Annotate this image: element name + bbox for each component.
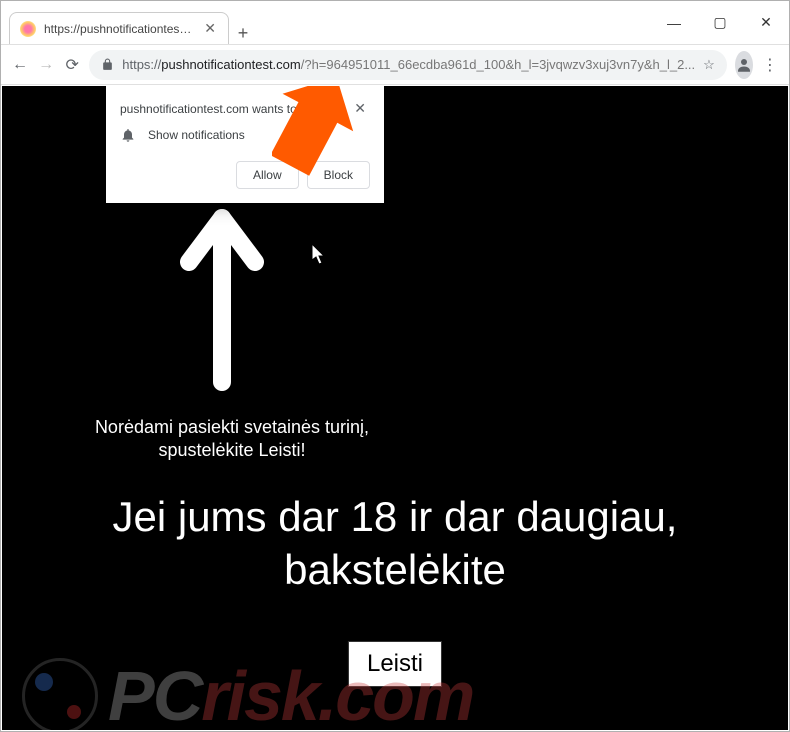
- toolbar: ← → ⟳ https://pushnotificationtest.com/?…: [1, 45, 789, 85]
- lock-icon: [101, 58, 114, 71]
- titlebar: https://pushnotificationtest.com/ ✕ + — …: [1, 1, 789, 45]
- bookmark-star-icon[interactable]: ☆: [703, 57, 715, 73]
- watermark-text-1: PC: [108, 656, 201, 730]
- page-subtitle: Norėdami pasiekti svetainės turinį, spus…: [82, 416, 382, 463]
- tab-title: https://pushnotificationtest.com/: [44, 22, 194, 36]
- reload-button[interactable]: ⟳: [63, 51, 81, 79]
- permission-origin-text: pushnotificationtest.com wants to: [120, 102, 297, 116]
- url-scheme: https://: [122, 57, 161, 72]
- minimize-button[interactable]: —: [651, 1, 697, 44]
- page-headline: Jei jums dar 18 ir dar daugiau, bakstelė…: [2, 491, 788, 596]
- callout-arrow-icon: [272, 86, 392, 186]
- favicon-icon: [20, 21, 36, 37]
- new-tab-button[interactable]: +: [229, 23, 257, 44]
- cursor-icon: [312, 244, 328, 266]
- page-viewport: pushnotificationtest.com wants to ✕ Show…: [2, 86, 788, 730]
- window-controls: — ▢ ✕: [651, 1, 789, 44]
- bell-icon: [120, 127, 136, 143]
- url-host: pushnotificationtest.com: [161, 57, 300, 72]
- browser-window: https://pushnotificationtest.com/ ✕ + — …: [0, 0, 790, 732]
- maximize-button[interactable]: ▢: [697, 1, 743, 44]
- page-allow-button[interactable]: Leisti: [348, 641, 442, 687]
- profile-avatar[interactable]: [735, 51, 753, 79]
- tab-active[interactable]: https://pushnotificationtest.com/ ✕: [9, 12, 229, 44]
- kebab-menu-icon[interactable]: ⋮: [761, 51, 779, 79]
- tab-close-icon[interactable]: ✕: [202, 20, 218, 37]
- tab-strip: https://pushnotificationtest.com/ ✕ +: [1, 1, 651, 44]
- window-close-button[interactable]: ✕: [743, 1, 789, 44]
- address-bar[interactable]: https://pushnotificationtest.com/?h=9649…: [89, 50, 727, 80]
- watermark-logo-icon: [22, 658, 98, 730]
- url-text: https://pushnotificationtest.com/?h=9649…: [122, 57, 695, 72]
- forward-button[interactable]: →: [37, 51, 55, 79]
- back-button[interactable]: ←: [11, 51, 29, 79]
- permission-body-text: Show notifications: [148, 128, 245, 142]
- up-arrow-icon: [177, 204, 267, 394]
- url-rest: /?h=964951011_66ecdba961d_100&h_l=3jvqwz…: [301, 57, 695, 72]
